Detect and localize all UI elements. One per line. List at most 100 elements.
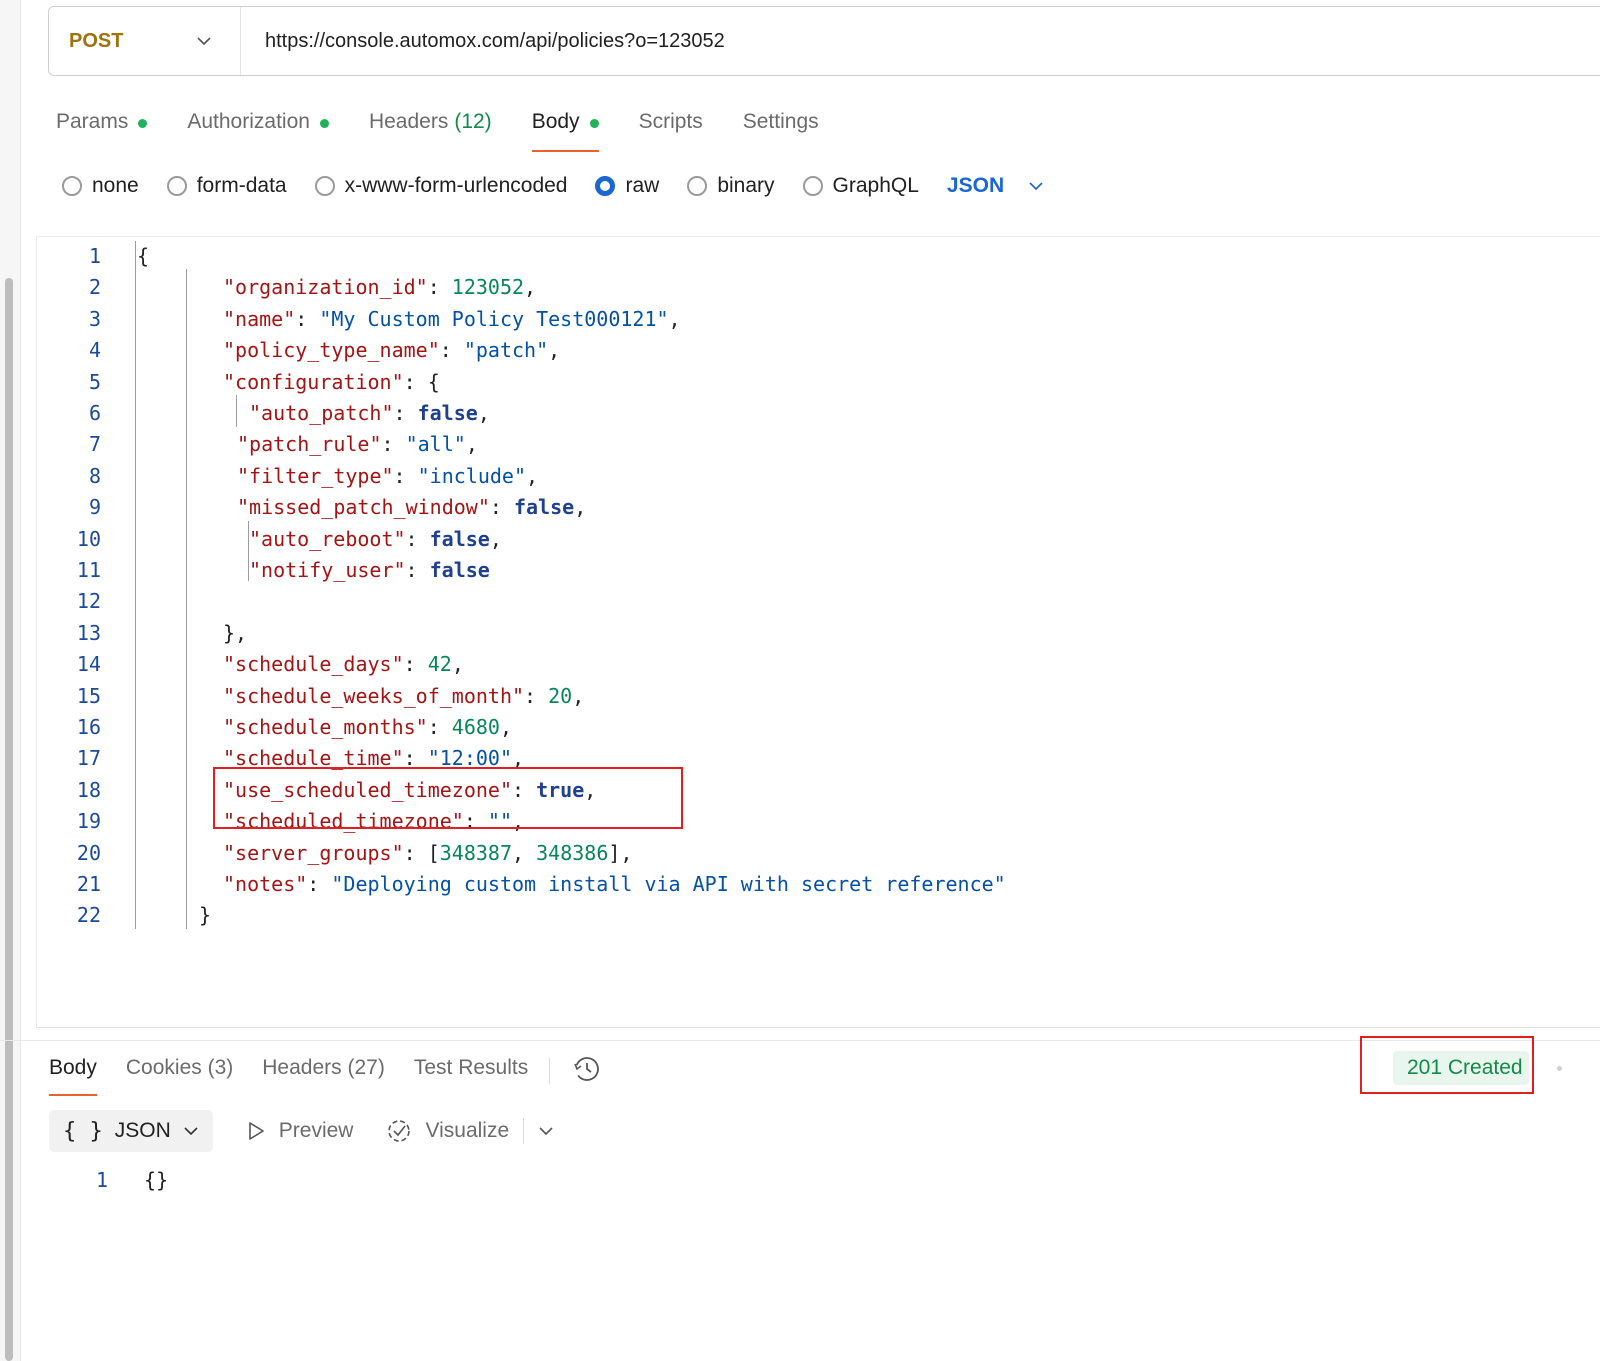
radio-x-www-form-urlencoded[interactable]: x-www-form-urlencoded [314, 174, 567, 198]
toolbar-divider [523, 1118, 525, 1144]
tab-body[interactable]: Body [531, 104, 599, 152]
code-line: 2 "organization_id": 123052, [37, 272, 1597, 303]
code-line: 5 "configuration": { [37, 367, 1597, 398]
radio-form-data[interactable]: form-data [166, 174, 287, 198]
radio-label: form-data [196, 174, 287, 197]
history-icon[interactable] [572, 1054, 602, 1096]
code-text: "schedule_months": 4680, [223, 715, 513, 739]
tab-params[interactable]: Params [56, 104, 148, 152]
code-line: 16 "schedule_months": 4680, [37, 712, 1597, 743]
code-text: "configuration": { [223, 369, 440, 394]
radio-icon [687, 176, 708, 196]
visualize-label: Visualize [425, 1119, 510, 1142]
response-tab-headers[interactable]: Headers (27) [262, 1052, 385, 1096]
code-line: 1{ [37, 241, 1597, 272]
code-line: 15 "schedule_weeks_of_month": 20, [37, 681, 1597, 712]
line-number: 18 [76, 777, 101, 802]
code-line: 12 [37, 586, 1597, 617]
tab-label: Test Results [413, 1056, 529, 1079]
radio-icon [802, 176, 823, 196]
line-number: 14 [76, 652, 101, 677]
code-text: "policy_type_name": "patch", [223, 338, 561, 363]
line-number: 1 [88, 244, 101, 268]
code-line: 9 "missed_patch_window": false, [37, 492, 1597, 523]
visualize-icon [388, 1120, 411, 1142]
radio-icon [314, 176, 335, 196]
code-line: 8 "filter_type": "include", [37, 461, 1597, 492]
body-format-select[interactable]: JSON [947, 174, 1044, 198]
radio-label: none [92, 174, 139, 197]
radio-graphql[interactable]: GraphQL [802, 174, 919, 198]
status-dot [589, 119, 599, 128]
status-dot [319, 119, 329, 128]
response-toolbar: { } JSON Preview Visualize [49, 1110, 554, 1152]
tab-scripts[interactable]: Scripts [639, 104, 703, 152]
tab-label: Cookies [125, 1056, 202, 1079]
tab-label: Settings [742, 110, 819, 133]
highlight-annotation-timezone [213, 767, 683, 829]
code-text: "organization_id": 123052, [223, 275, 537, 300]
code-line: 7 "patch_rule": "all", [37, 429, 1597, 460]
line-number: 22 [76, 903, 101, 928]
code-text: "filter_type": "include", [237, 463, 539, 488]
radio-label: binary [717, 174, 775, 197]
code-text: "server_groups": [348387, 348386], [223, 840, 633, 865]
preview-button[interactable]: Preview [245, 1119, 353, 1143]
line-number: 12 [76, 589, 101, 614]
code-line: 6 "auto_patch": false, [37, 398, 1597, 429]
response-tabs: Body Cookies (3) Headers (27) Test Resul… [49, 1052, 602, 1096]
tab-label: Body [49, 1056, 97, 1079]
radio-label: raw [625, 174, 660, 197]
method-label: POST [69, 29, 124, 52]
play-icon [248, 1122, 264, 1140]
line-number: 10 [76, 526, 101, 551]
visualize-button[interactable]: Visualize [385, 1117, 509, 1145]
body-code-editor[interactable]: 1{2 "organization_id": 123052, 3 "name": "M… [36, 236, 1600, 1028]
status-dot [138, 119, 148, 128]
code-text: } [199, 903, 212, 928]
radio-label: GraphQL [832, 174, 919, 197]
code-text: }, [223, 620, 248, 645]
response-code-text: {} [144, 1168, 169, 1192]
code-text: "missed_patch_window": false, [237, 495, 587, 520]
chevron-down-icon [197, 37, 211, 46]
line-number: 6 [88, 401, 101, 425]
response-tab-body[interactable]: Body [49, 1052, 97, 1096]
braces-icon: { } [63, 1118, 103, 1144]
url-input[interactable]: https://console.automox.com/api/policies… [241, 30, 725, 53]
tab-label: Params [56, 110, 129, 133]
line-number: 2 [88, 275, 101, 300]
radio-none[interactable]: none [62, 174, 139, 198]
code-text: "notes": "Deploying custom install via A… [223, 872, 1006, 896]
line-number: 1 [96, 1168, 109, 1192]
code-text: "notify_user": false [249, 558, 490, 582]
tab-authorization[interactable]: Authorization [187, 104, 329, 152]
chevron-down-icon [184, 1127, 198, 1136]
radio-raw[interactable]: raw [595, 174, 659, 198]
chevron-down-icon [1029, 182, 1043, 191]
scrollbar[interactable] [5, 278, 13, 1361]
method-select[interactable]: POST [49, 7, 241, 75]
tab-count: (3) [207, 1056, 234, 1079]
code-line: 21 "notes": "Deploying custom install via… [37, 869, 1597, 900]
tab-label: Headers [368, 110, 449, 133]
response-body: 1 {} [96, 1168, 168, 1192]
line-number: 16 [76, 715, 101, 739]
tab-label: Authorization [187, 110, 310, 133]
code-text: "auto_patch": false, [249, 401, 490, 425]
response-tab-test-results[interactable]: Test Results [414, 1052, 528, 1096]
tab-settings[interactable]: Settings [743, 104, 819, 152]
line-number: 5 [88, 369, 101, 394]
chevron-down-icon[interactable] [538, 1126, 554, 1136]
tab-count: (12) [454, 110, 492, 133]
code-line: 11 "notify_user": false [37, 555, 1597, 586]
line-number: 15 [76, 683, 101, 708]
response-format-select[interactable]: { } JSON [49, 1110, 213, 1152]
tab-headers[interactable]: Headers (12) [369, 104, 492, 152]
response-tab-cookies[interactable]: Cookies (3) [126, 1052, 233, 1096]
body-type-selector: none form-data x-www-form-urlencoded raw… [62, 168, 1044, 204]
line-number: 8 [88, 463, 101, 488]
request-url-bar: POST https://console.automox.com/api/pol… [48, 6, 1600, 76]
radio-binary[interactable]: binary [687, 174, 775, 198]
format-label: JSON [114, 1119, 171, 1142]
